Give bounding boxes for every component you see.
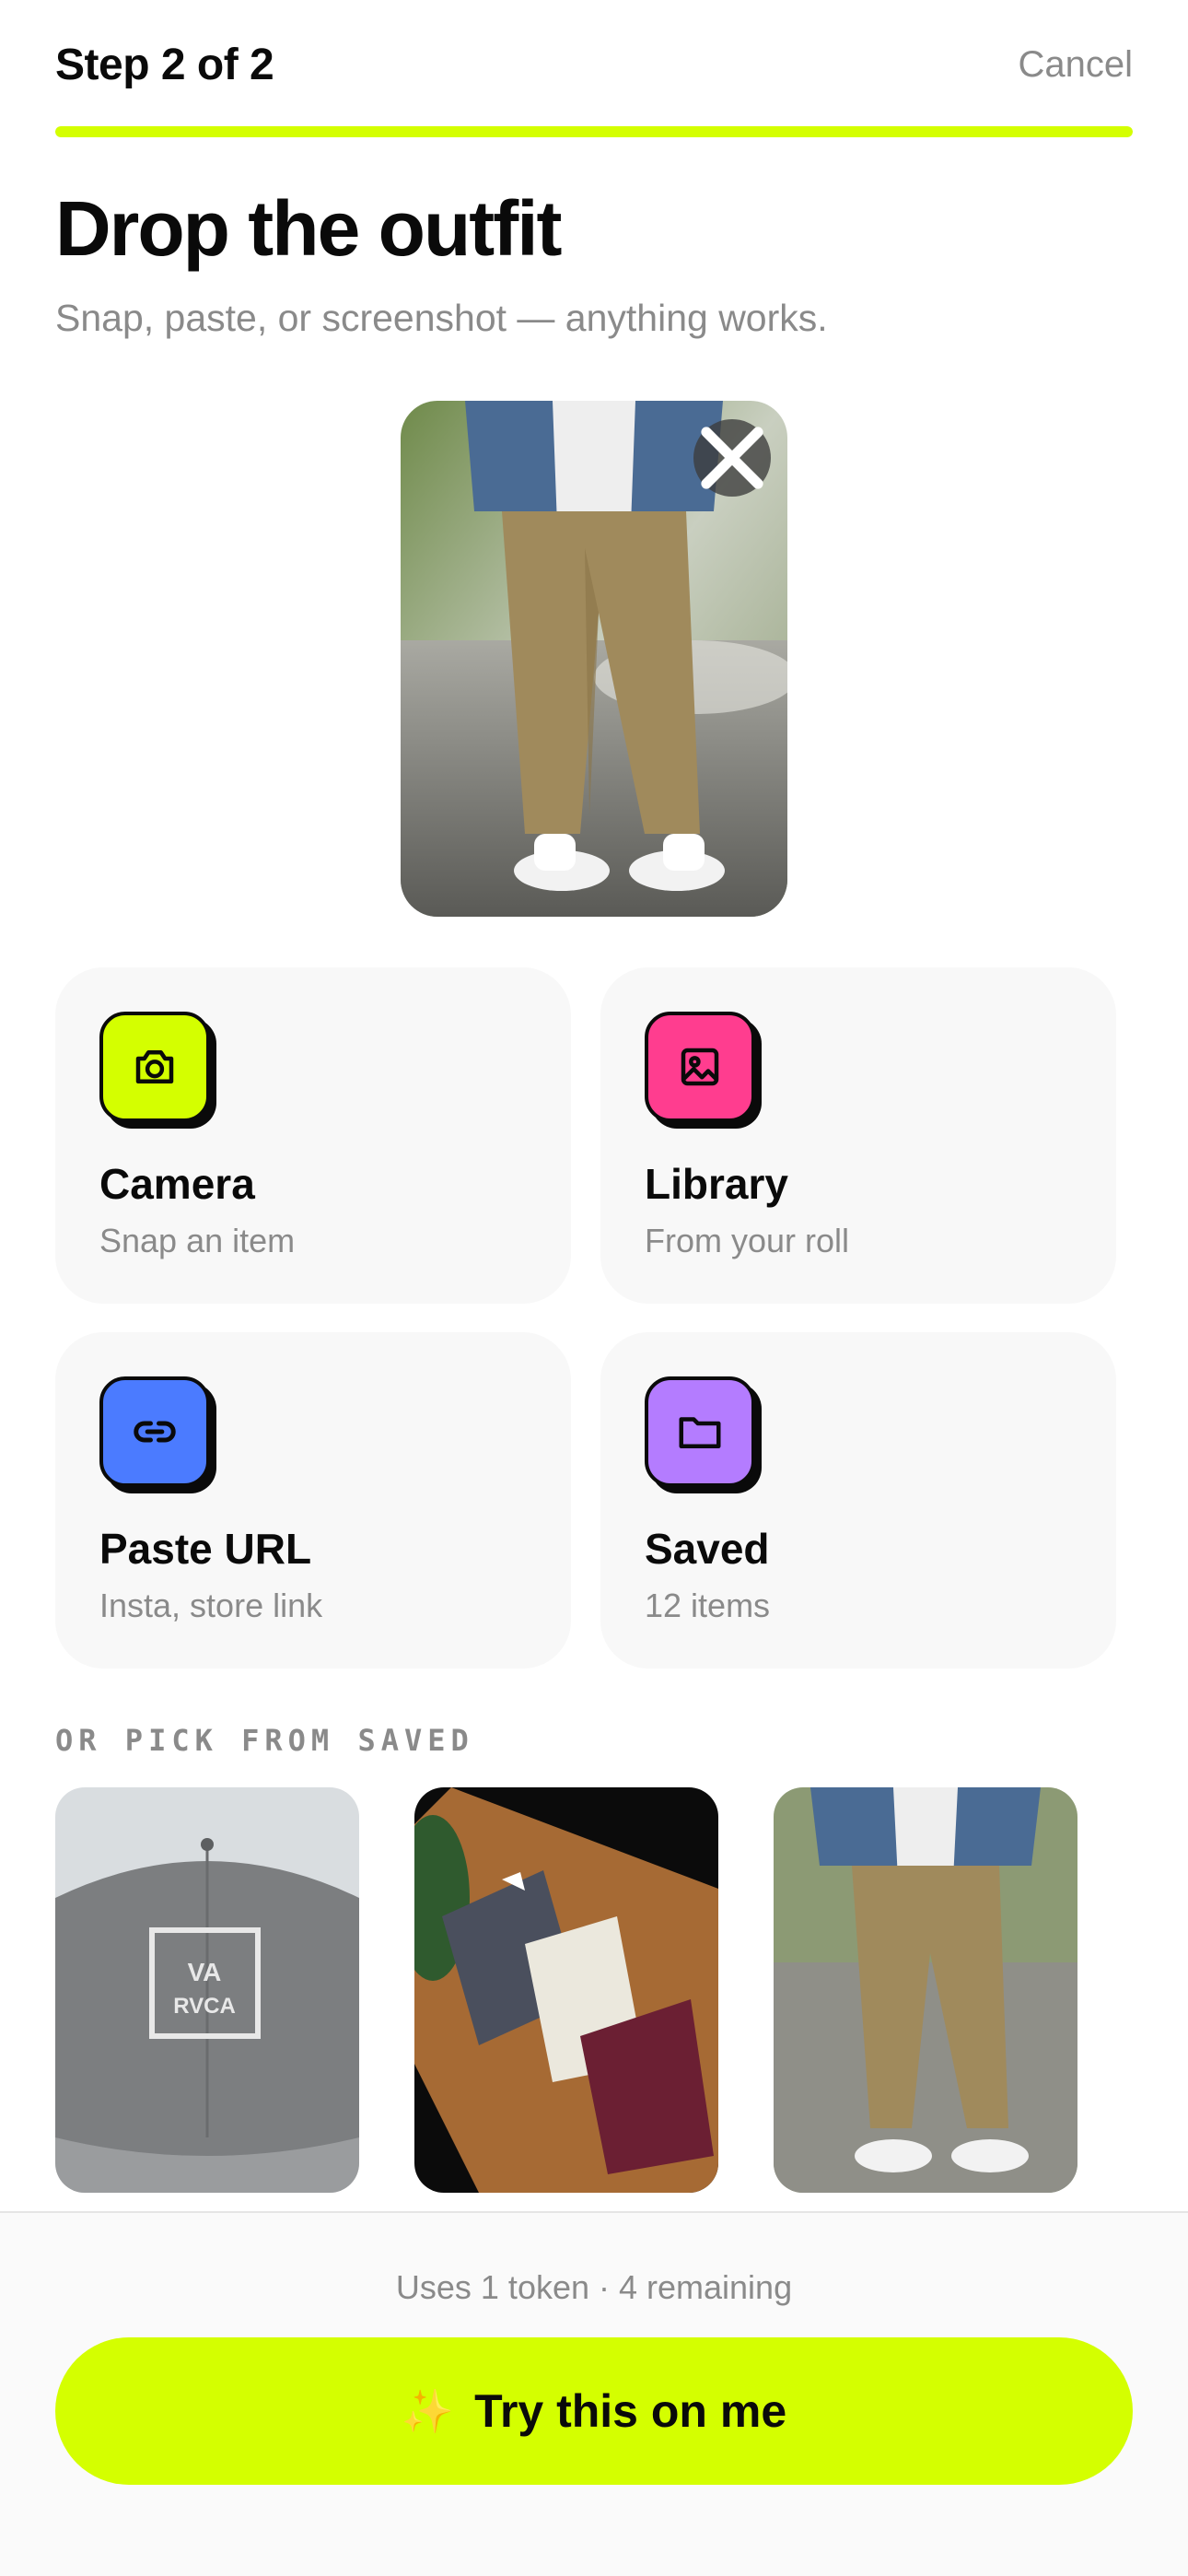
- bottom-action-bar: Uses 1 token · 4 remaining ✨ Try this on…: [0, 2211, 1188, 2576]
- saved-section-label: OR PICK FROM SAVED: [55, 1723, 474, 1758]
- page-subtitle: Snap, paste, or screenshot — anything wo…: [55, 297, 828, 339]
- progress-bar: [55, 126, 1133, 137]
- saved-item-cap[interactable]: VA RVCA: [55, 1787, 359, 2193]
- card-subtitle: 12 items: [645, 1587, 771, 1624]
- image-icon: [645, 1012, 755, 1122]
- token-usage-text: Uses 1 token · 4 remaining: [395, 2268, 793, 2306]
- camera-icon: [99, 1012, 210, 1122]
- folder-icon: [645, 1376, 755, 1487]
- camera-source-card[interactable]: Camera Snap an item: [55, 967, 571, 1304]
- saved-item-shirts[interactable]: [414, 1787, 718, 2193]
- shirts-photo: [414, 1787, 718, 2193]
- outfit-thumb-photo: [774, 1787, 1077, 2193]
- progress-fill: [55, 126, 1133, 137]
- card-title: Camera: [99, 1160, 255, 1208]
- page-title: Drop the outfit: [55, 185, 563, 272]
- card-title: Paste URL: [99, 1525, 312, 1573]
- step-indicator: Step 2 of 2: [55, 40, 274, 89]
- card-subtitle: Snap an item: [99, 1222, 296, 1259]
- try-on-button[interactable]: ✨ Try this on me: [55, 2337, 1133, 2485]
- saved-item-outfit[interactable]: [774, 1787, 1077, 2193]
- close-icon: [701, 427, 763, 489]
- header: Step 2 of 2 Cancel: [55, 37, 1133, 92]
- link-icon: [99, 1376, 210, 1487]
- remove-photo-button[interactable]: [693, 419, 771, 497]
- selected-outfit-preview: [401, 401, 787, 917]
- svg-text:RVCA: RVCA: [173, 1994, 236, 2019]
- cancel-button[interactable]: Cancel: [1018, 44, 1133, 86]
- card-subtitle: Insta, store link: [99, 1587, 323, 1624]
- card-title: Library: [645, 1160, 788, 1208]
- outfit-upload-screen: Step 2 of 2 Cancel Drop the outfit Snap,…: [0, 0, 1188, 2576]
- paste-url-source-card[interactable]: Paste URL Insta, store link: [55, 1332, 571, 1669]
- saved-source-card[interactable]: Saved 12 items: [600, 1332, 1116, 1669]
- library-source-card[interactable]: Library From your roll: [600, 967, 1116, 1304]
- try-on-button-label: Try this on me: [474, 2385, 787, 2437]
- svg-text:VA: VA: [188, 1958, 222, 1986]
- card-subtitle: From your roll: [645, 1222, 850, 1259]
- card-title: Saved: [645, 1525, 770, 1573]
- sparkles-icon: ✨: [401, 2386, 455, 2435]
- cap-photo: VA RVCA: [55, 1787, 359, 2193]
